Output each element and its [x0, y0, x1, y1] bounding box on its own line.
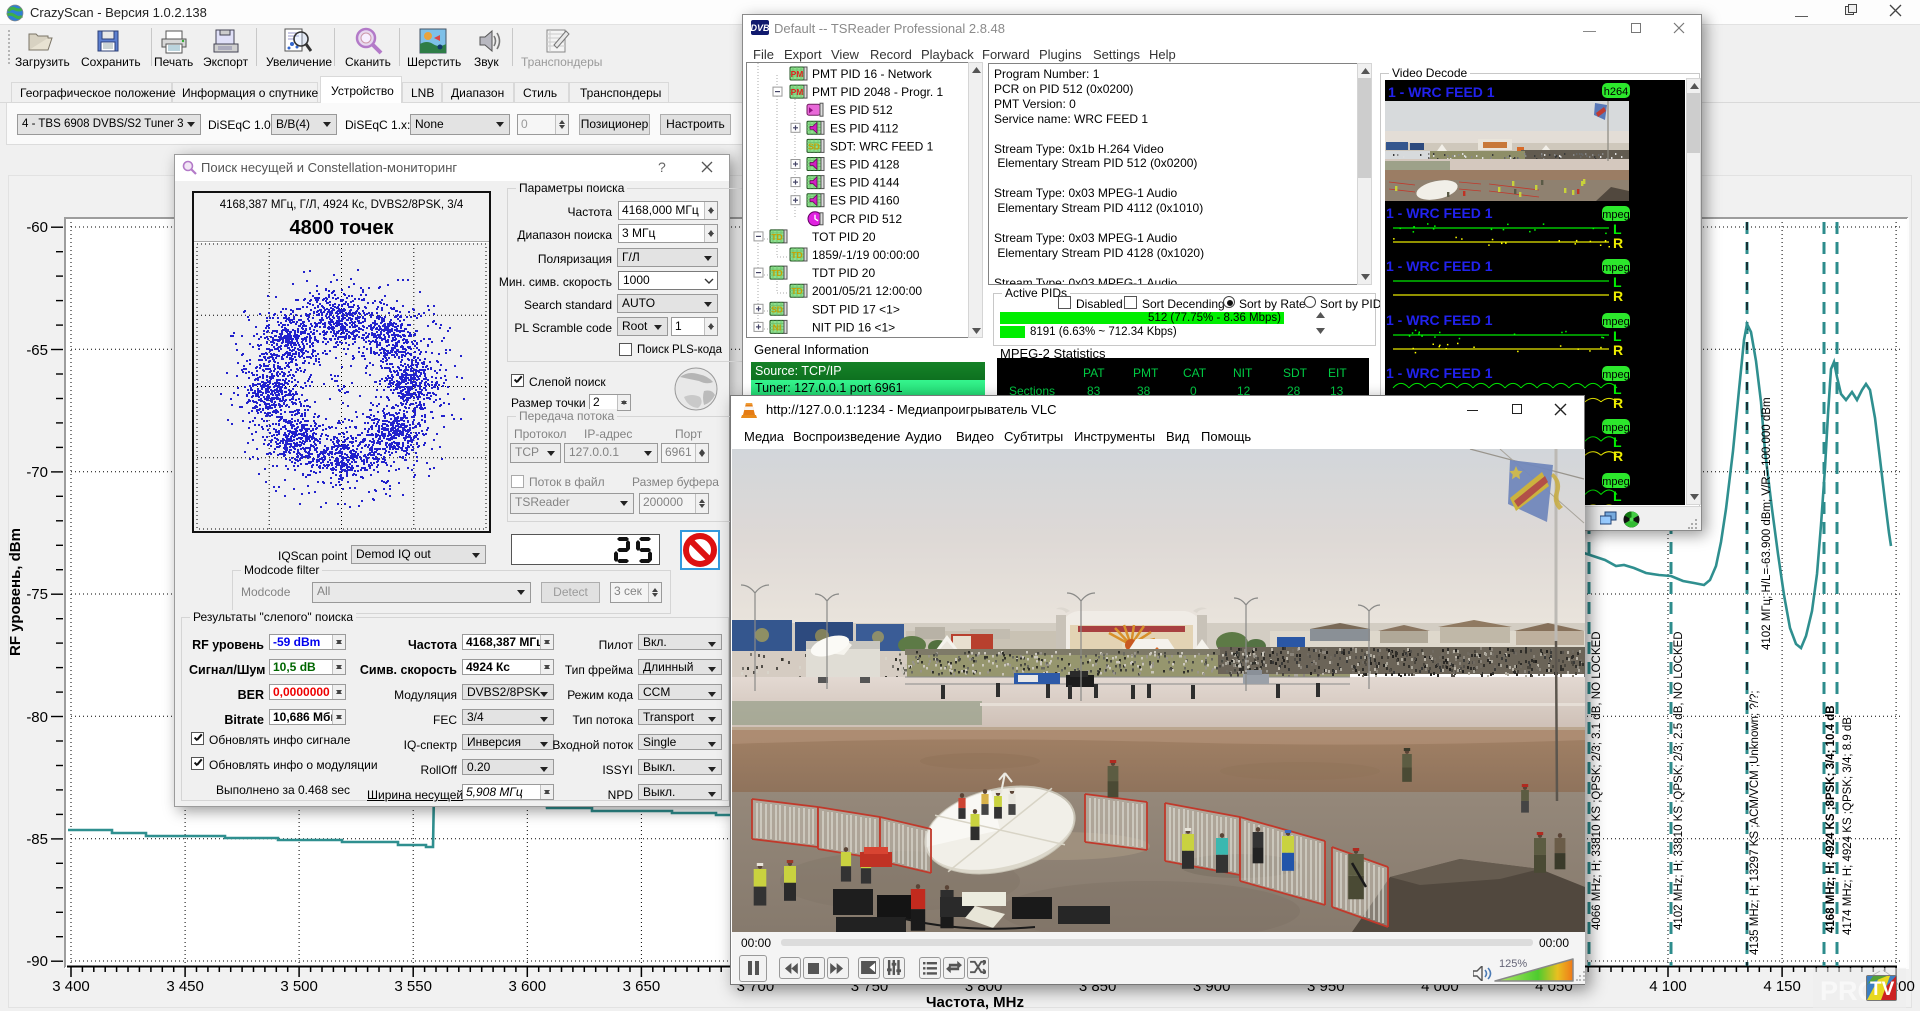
svg-text:RF уровень, dBm: RF уровень, dBm: [7, 528, 24, 656]
svg-text:mpeg: mpeg: [1602, 369, 1630, 381]
svg-text:3 450: 3 450: [166, 978, 204, 995]
svg-text:SD: SD: [771, 304, 783, 314]
svg-text:PCR PID 512: PCR PID 512: [830, 212, 902, 226]
svg-text:3 650: 3 650: [623, 978, 661, 995]
svg-text:TD: TD: [791, 250, 802, 260]
svg-text:4102 МГц; H/L=-63.900 dBm; V: 4102 МГц; H/L=-63.900 dBm; V/R=-100.000 …: [1761, 397, 1773, 650]
svg-text:ES PID 4160: ES PID 4160: [830, 194, 900, 208]
svg-text:-65: -65: [26, 342, 48, 359]
svg-text:R: R: [1613, 342, 1623, 358]
svg-text:ES PID 4128: ES PID 4128: [830, 158, 900, 172]
svg-text:mpeg: mpeg: [1602, 476, 1630, 488]
svg-text:2001/05/21 12:00:00: 2001/05/21 12:00:00: [812, 284, 922, 298]
svg-text:1 - WRC FEED 1: 1 - WRC FEED 1: [1386, 205, 1493, 221]
svg-text:PM: PM: [791, 69, 804, 79]
svg-text:4 100: 4 100: [1649, 978, 1687, 995]
svg-text:TD: TD: [771, 232, 782, 242]
svg-text:SDT PID 17 <1>: SDT PID 17 <1>: [812, 302, 900, 316]
svg-text:1859/-1/19 00:00:00: 1859/-1/19 00:00:00: [812, 248, 920, 262]
svg-text:R: R: [1613, 502, 1623, 505]
svg-text:SDT: WRC FEED 1: SDT: WRC FEED 1: [830, 139, 934, 153]
svg-text:TOT PID 20: TOT PID 20: [812, 230, 876, 244]
svg-text:ES PID 4112: ES PID 4112: [830, 121, 899, 135]
svg-text:R: R: [1613, 448, 1623, 464]
svg-text:1 - WRC FEED 1: 1 - WRC FEED 1: [1386, 258, 1493, 274]
svg-text:NIT PID 16 <1>: NIT PID 16 <1>: [812, 320, 895, 334]
svg-text:ES PID 4144: ES PID 4144: [830, 176, 900, 190]
svg-text:mpeg: mpeg: [1602, 422, 1630, 434]
svg-text:-60: -60: [26, 219, 48, 236]
svg-text:NI: NI: [773, 322, 782, 332]
svg-text:mpeg: mpeg: [1602, 209, 1630, 221]
svg-text:4066 MHz; H; 33810 KS ;QPSK; 2: 4066 MHz; H; 33810 KS ;QPSK; 2/3; 3.1 dB…: [1591, 631, 1603, 930]
svg-text:-85: -85: [26, 831, 48, 848]
svg-text:TD: TD: [771, 268, 782, 278]
svg-text:1 - WRC FEED 1: 1 - WRC FEED 1: [1388, 84, 1495, 100]
svg-text:3 600: 3 600: [509, 978, 547, 995]
svg-text:TD: TD: [791, 286, 802, 296]
svg-text:DVB: DVB: [751, 23, 769, 33]
svg-text:R: R: [1613, 235, 1623, 251]
svg-text:4135 MHz; H; 13297 KS ;ACM/VCM: 4135 MHz; H; 13297 KS ;ACM/VCM ;Unknown;…: [1749, 690, 1761, 955]
svg-text:mpeg: mpeg: [1602, 262, 1630, 274]
svg-text:TV: TV: [1870, 979, 1895, 1000]
svg-text:R: R: [1613, 288, 1623, 304]
svg-text:4 150: 4 150: [1763, 978, 1801, 995]
svg-text:-70: -70: [26, 464, 48, 481]
svg-text:R: R: [1613, 395, 1623, 411]
svg-text:3 400: 3 400: [52, 978, 90, 995]
svg-text:ES PID 512: ES PID 512: [830, 103, 893, 117]
svg-text:-75: -75: [26, 586, 48, 603]
svg-text:3 500: 3 500: [280, 978, 318, 995]
svg-text:4102 MHz; H; 33810 KS ;QPSK; 2: 4102 MHz; H; 33810 KS ;QPSK; 2/3; 2.5 dB…: [1673, 631, 1685, 930]
svg-text:1 - WRC FEED 1: 1 - WRC FEED 1: [1386, 365, 1493, 381]
svg-text:1 - WRC FEED 1: 1 - WRC FEED 1: [1386, 312, 1493, 328]
svg-text:-80: -80: [26, 709, 48, 726]
svg-text:Частота, MHz: Частота, MHz: [926, 994, 1024, 1011]
svg-text:PM: PM: [791, 87, 804, 97]
svg-text:-90: -90: [26, 953, 48, 970]
svg-text:PMT PID 2048 - Progr. 1: PMT PID 2048 - Progr. 1: [812, 85, 943, 99]
svg-text:PMT PID 16 - Network: PMT PID 16 - Network: [812, 67, 933, 81]
svg-text:4174 MHz; H; 4924 KS ;QPSK; 3/: 4174 MHz; H; 4924 KS ;QPSK; 3/4; 8.9 dB: [1842, 717, 1854, 935]
svg-text:TDT PID 20: TDT PID 20: [812, 266, 875, 280]
svg-text:4168 MHz; H; 4924 KS ;8PSK; 3/: 4168 MHz; H; 4924 KS ;8PSK; 3/4; 10.4 dB: [1825, 705, 1837, 933]
svg-text:SD: SD: [808, 141, 820, 151]
svg-text:mpeg: mpeg: [1602, 316, 1630, 328]
svg-text:h264: h264: [1604, 86, 1628, 98]
svg-text:3 550: 3 550: [394, 978, 432, 995]
